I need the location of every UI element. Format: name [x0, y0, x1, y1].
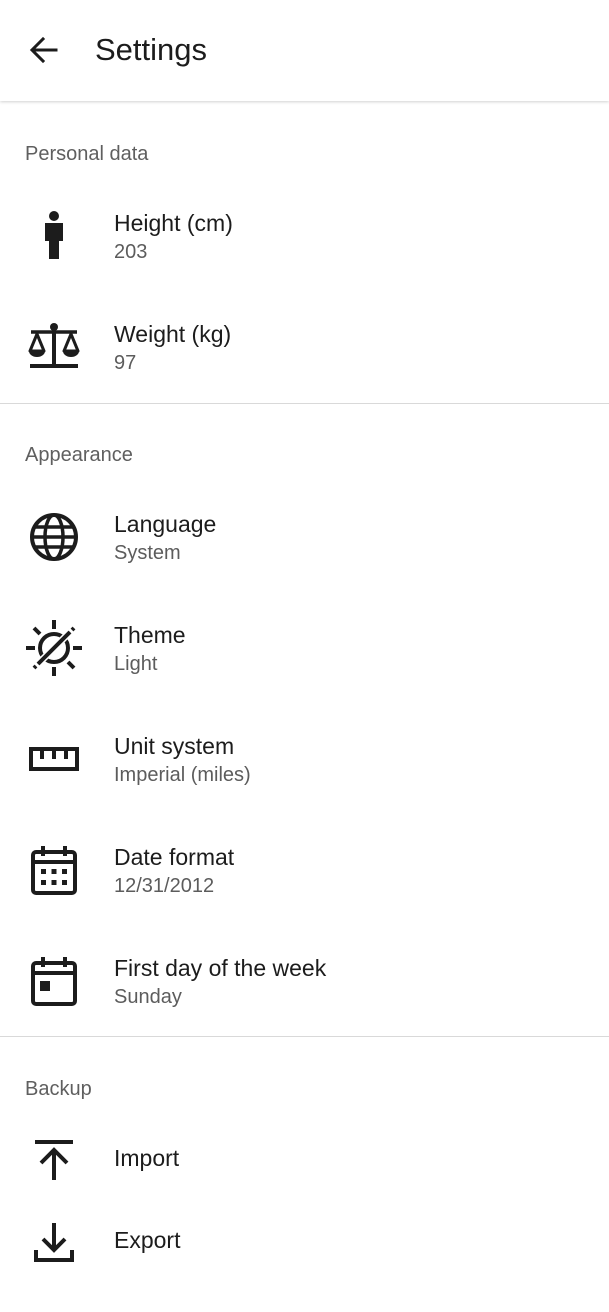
- setting-title: Unit system: [114, 733, 235, 759]
- setting-theme[interactable]: Theme Light: [0, 604, 609, 700]
- setting-language[interactable]: Language System: [0, 493, 609, 589]
- setting-title: First day of the week: [114, 955, 327, 981]
- setting-first-day-of-week[interactable]: First day of the week Sunday: [0, 937, 609, 1033]
- setting-value: Imperial (miles): [114, 764, 251, 786]
- ruler-icon: [24, 729, 84, 789]
- back-button[interactable]: [18, 24, 70, 76]
- setting-title: Import: [114, 1145, 180, 1171]
- person-icon: [24, 206, 84, 266]
- setting-title: Language: [114, 511, 217, 537]
- setting-value: Light: [114, 653, 158, 675]
- theme-icon: [24, 618, 84, 678]
- upload-icon: [24, 1130, 84, 1190]
- setting-height[interactable]: Height (cm) 203: [0, 192, 609, 288]
- setting-value: System: [114, 542, 181, 564]
- section-header-backup: Backup: [25, 1078, 92, 1100]
- calendar-grid-icon: [24, 840, 84, 900]
- setting-title: Export: [114, 1227, 181, 1253]
- setting-value: Sunday: [114, 986, 182, 1008]
- page-title: Settings: [95, 32, 208, 67]
- setting-weight[interactable]: Weight (kg) 97: [0, 303, 609, 399]
- section-divider: [0, 1036, 609, 1037]
- download-icon: [24, 1212, 84, 1272]
- setting-value: 12/31/2012: [114, 875, 215, 897]
- scale-icon: [24, 316, 84, 376]
- setting-title: Date format: [114, 844, 235, 870]
- calendar-day-icon: [24, 951, 84, 1011]
- arrow-back-icon: [29, 36, 58, 64]
- setting-value: 203: [114, 241, 148, 263]
- setting-unit-system[interactable]: Unit system Imperial (miles): [0, 715, 609, 811]
- setting-title: Weight (kg): [114, 321, 232, 347]
- globe-icon: [24, 507, 84, 567]
- section-header-personal-data: Personal data: [25, 143, 149, 165]
- backup-export[interactable]: Export: [0, 1208, 609, 1276]
- setting-title: Theme: [114, 622, 186, 648]
- backup-import[interactable]: Import: [0, 1126, 609, 1194]
- setting-date-format[interactable]: Date format 12/31/2012: [0, 826, 609, 922]
- app-bar: Settings: [0, 0, 609, 101]
- section-divider: [0, 403, 609, 404]
- setting-title: Height (cm): [114, 210, 233, 236]
- setting-value: 97: [114, 352, 137, 374]
- section-header-appearance: Appearance: [25, 444, 133, 466]
